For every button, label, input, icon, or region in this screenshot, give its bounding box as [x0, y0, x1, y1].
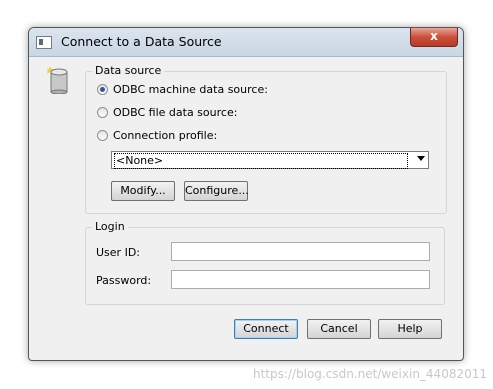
login-group: Login	[85, 220, 445, 305]
radio-connection-profile[interactable]: Connection profile:	[97, 129, 217, 142]
radio-file-data-source[interactable]: ODBC file data source:	[97, 106, 237, 119]
watermark-text: https://blog.csdn.net/weixin_44082011	[252, 367, 487, 381]
title-bar[interactable]: Connect to a Data Source x	[29, 28, 463, 57]
connect-dialog: Connect to a Data Source x Data source O…	[28, 27, 464, 361]
help-button[interactable]: Help	[378, 319, 442, 339]
user-id-input[interactable]	[171, 242, 430, 261]
password-input[interactable]	[171, 270, 430, 289]
password-label: Password:	[96, 274, 152, 287]
radio-button[interactable]	[97, 84, 108, 95]
radio-label: Connection profile:	[113, 129, 218, 142]
cancel-button[interactable]: Cancel	[307, 319, 371, 339]
database-icon	[47, 66, 68, 94]
connection-profile-value: <None>	[114, 153, 408, 169]
login-group-label: Login	[92, 220, 128, 233]
radio-machine-data-source[interactable]: ODBC machine data source:	[97, 83, 268, 96]
radio-button[interactable]	[97, 107, 108, 118]
radio-label: ODBC machine data source:	[113, 83, 268, 96]
modify-button[interactable]: Modify...	[111, 181, 175, 201]
chevron-down-icon[interactable]	[417, 156, 425, 161]
user-id-label: User ID:	[96, 246, 140, 259]
close-button[interactable]: x	[410, 28, 458, 47]
connection-profile-select[interactable]: <None>	[111, 151, 429, 169]
window-title: Connect to a Data Source	[61, 34, 222, 49]
configure-button[interactable]: Configure...	[184, 181, 249, 201]
radio-label: ODBC file data source:	[113, 106, 238, 119]
radio-button[interactable]	[97, 130, 108, 141]
connect-button[interactable]: Connect	[234, 319, 298, 339]
window-icon	[36, 36, 52, 49]
data-source-group-label: Data source	[92, 64, 165, 77]
